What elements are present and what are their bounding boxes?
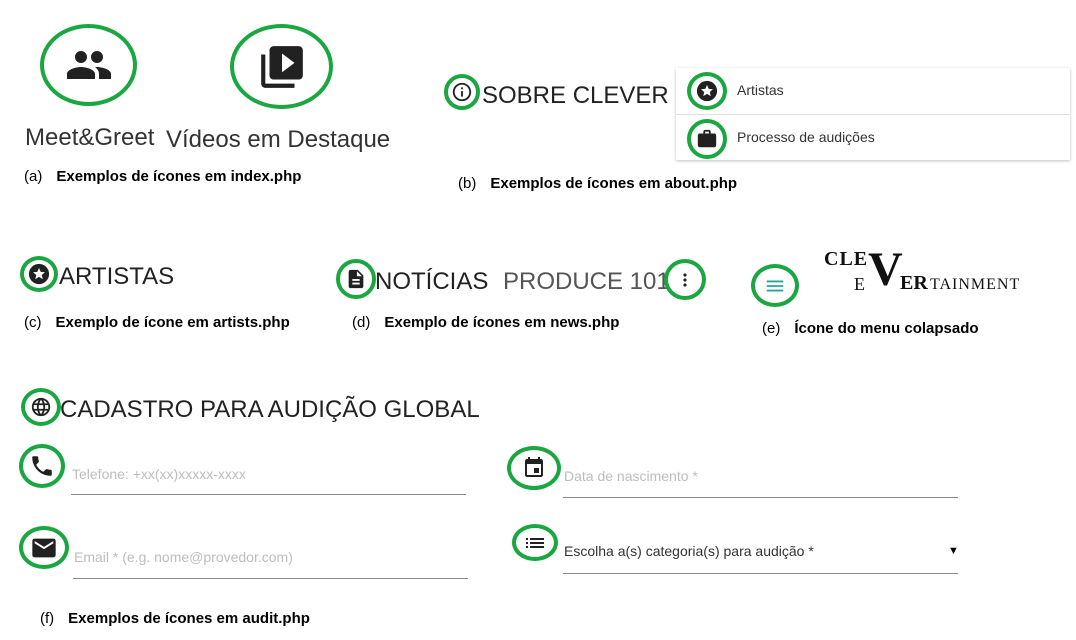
birth-date-field[interactable]: Data de nascimento * [564, 468, 698, 484]
document-icon [336, 259, 376, 299]
calendar-icon [507, 446, 561, 490]
news-title: NOTÍCIAS [375, 268, 489, 295]
caption-c: (c) Exemplo de ícone em artists.php [24, 314, 290, 331]
caption-letter: (f) [40, 610, 55, 627]
menu-item-label: Artistas [737, 82, 784, 98]
logo-big-v: V [868, 243, 903, 296]
people-icon[interactable] [40, 24, 137, 106]
about-menu-list: Artistas Processo de audições [676, 68, 1070, 160]
caption-letter: (e) [762, 320, 781, 337]
caption-text: Exemplos de ícones em index.php [56, 168, 302, 185]
birth-date-underline [563, 497, 958, 498]
menu-item-artistas[interactable]: Artistas [676, 68, 1070, 114]
caption-text: Exemplo de ícone em artists.php [55, 314, 290, 331]
menu-item-label: Processo de audições [737, 129, 875, 145]
caption-text: Exemplo de ícones em news.php [384, 314, 620, 331]
caption-letter: (a) [24, 168, 43, 185]
star-icon [687, 72, 727, 110]
caption-letter: (d) [352, 314, 371, 331]
caption-letter: (c) [24, 314, 42, 331]
caption-a: (a) Exemplos de ícones em index.php [24, 168, 301, 185]
phone-icon [19, 444, 65, 488]
caption-text: Exemplos de ícones em audit.php [68, 610, 310, 627]
star-icon [20, 256, 58, 292]
caption-d: (d) Exemplo de ícones em news.php [352, 314, 619, 331]
phone-field-underline [71, 494, 466, 495]
email-field[interactable]: Email * (e.g. nome@provedor.com) [74, 549, 293, 565]
dropdown-arrow-icon[interactable]: ▼ [948, 545, 959, 557]
caption-f: (f) Exemplos de ícones em audit.php [40, 610, 310, 627]
list-icon [512, 524, 558, 561]
briefcase-icon [687, 119, 727, 159]
videos-label[interactable]: Vídeos em Destaque [166, 126, 390, 154]
logo-line2c: TAINMENT [930, 276, 1021, 293]
caption-text: Ícone do menu colapsado [794, 320, 979, 337]
news-subtitle[interactable]: PRODUCE 101 [503, 268, 670, 296]
caption-letter: (b) [458, 175, 477, 192]
email-icon [19, 526, 69, 569]
more-vert-icon[interactable] [664, 259, 706, 300]
audit-title: CADASTRO PARA AUDIÇÃO GLOBAL [60, 396, 480, 423]
logo-line1: CLE [824, 248, 869, 270]
about-title: SOBRE CLEVER [482, 82, 669, 109]
meet-greet-label[interactable]: Meet&Greet [25, 124, 154, 152]
caption-text: Exemplos de ícones em about.php [490, 175, 738, 192]
category-select-underline [563, 573, 958, 574]
globe-icon [21, 388, 61, 426]
logo-line2a: E [854, 274, 866, 294]
phone-field[interactable]: Telefone: +xx(xx)xxxxx-xxxx [72, 466, 246, 482]
info-icon [444, 74, 480, 110]
artists-title: ARTISTAS [59, 263, 175, 290]
clever-entertainment-logo: CLE E V ER TAINMENT [824, 243, 1034, 298]
caption-e: (e) Ícone do menu colapsado [762, 320, 979, 337]
caption-b: (b) Exemplos de ícones em about.php [458, 175, 737, 192]
menu-icon[interactable] [751, 264, 799, 307]
logo-line2b: ER [900, 272, 928, 294]
menu-item-processo[interactable]: Processo de audições [676, 114, 1070, 161]
video-library-icon[interactable] [230, 24, 333, 109]
email-field-underline [73, 578, 468, 579]
category-select[interactable]: Escolha a(s) categoria(s) para audição * [564, 543, 814, 559]
